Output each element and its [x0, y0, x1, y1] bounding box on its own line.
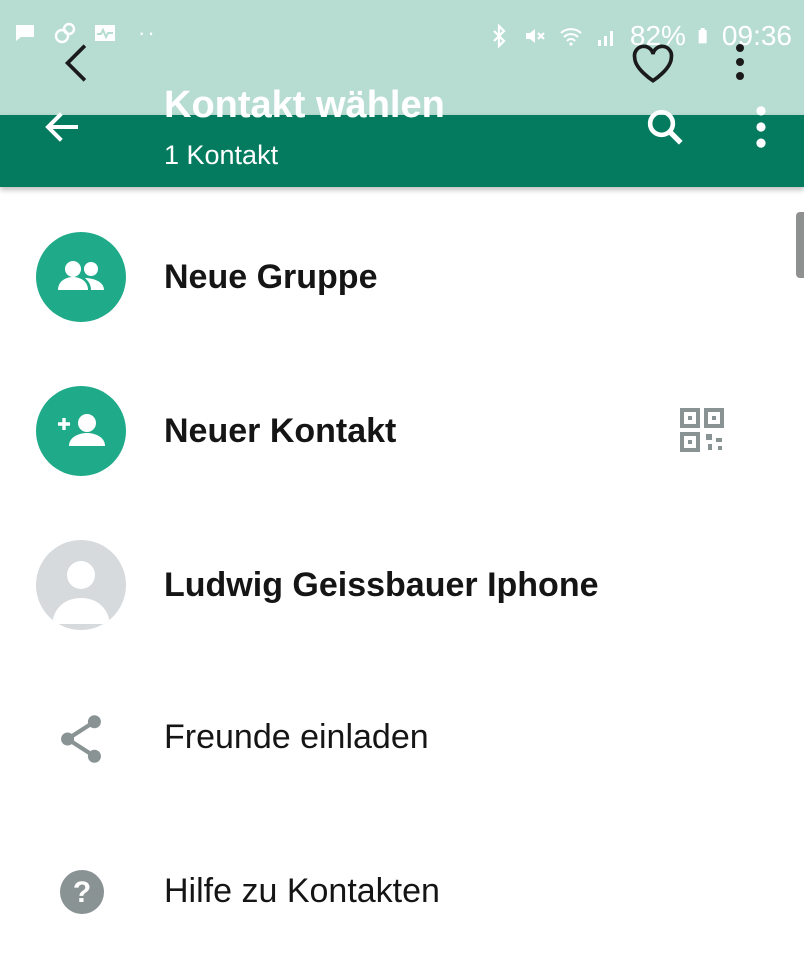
add-contact-avatar	[36, 386, 126, 476]
list-item-label: Ludwig Geissbauer Iphone	[164, 566, 599, 604]
list-item-label: Neuer Kontakt	[164, 412, 397, 450]
activity-icon	[95, 25, 115, 41]
battery-icon	[698, 28, 707, 44]
more-options-icon[interactable]	[750, 104, 772, 150]
overlay-more-icon[interactable]	[728, 42, 752, 82]
group-avatar	[36, 232, 126, 322]
back-arrow-icon[interactable]	[42, 107, 84, 147]
bluetooth-icon	[493, 24, 506, 48]
contact-avatar	[36, 540, 126, 630]
list-item-contact[interactable]: Ludwig Geissbauer Iphone	[0, 520, 804, 650]
message-icon	[16, 25, 34, 41]
qr-code-icon[interactable]	[678, 406, 726, 454]
list-item-label: Freunde einladen	[164, 718, 429, 756]
wifi-icon	[560, 28, 582, 46]
page-title: Kontakt wählen	[164, 84, 445, 126]
list-item-help[interactable]: ? Hilfe zu Kontakten	[0, 828, 804, 958]
contact-count: 1 Kontakt	[164, 140, 279, 170]
favorite-heart-icon[interactable]	[630, 44, 676, 84]
share-icon	[61, 715, 101, 763]
group-icon	[58, 261, 104, 290]
more-notifications-icon: ··	[138, 20, 157, 45]
mute-icon	[525, 29, 545, 43]
overlay-back-icon[interactable]	[60, 42, 90, 84]
list-item-label: Neue Gruppe	[164, 258, 378, 296]
list-item-new-group[interactable]: Neue Gruppe	[0, 212, 804, 342]
help-icon: ?	[60, 870, 104, 914]
svg-text:?: ?	[73, 876, 91, 909]
list-item-new-contact[interactable]: Neuer Kontakt	[0, 366, 804, 496]
signal-icon	[597, 31, 613, 46]
person-icon	[52, 561, 110, 624]
list-item-label: Hilfe zu Kontakten	[164, 872, 440, 910]
list-item-invite-friends[interactable]: Freunde einladen	[0, 674, 804, 804]
search-icon[interactable]	[642, 106, 688, 148]
add-person-icon	[58, 414, 105, 446]
